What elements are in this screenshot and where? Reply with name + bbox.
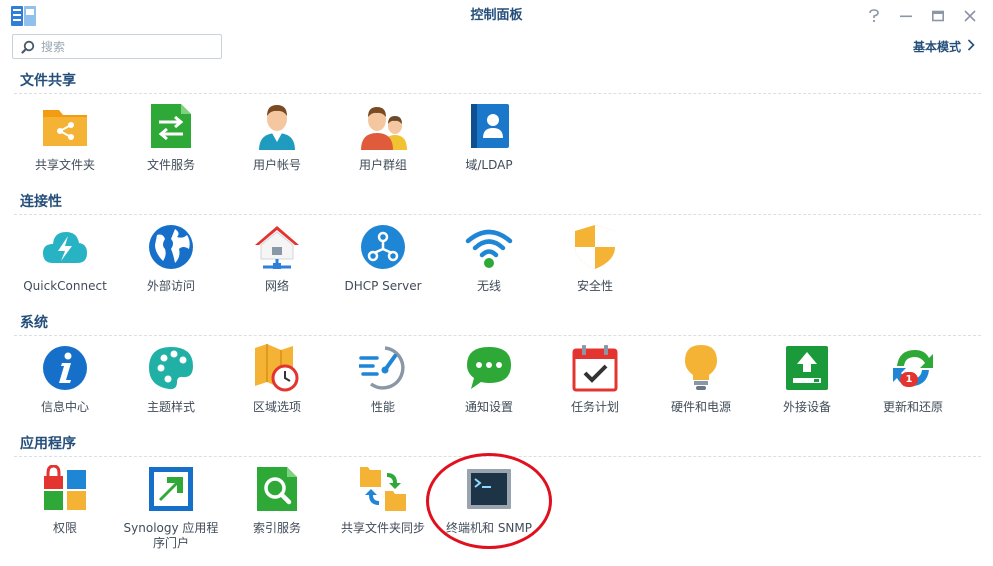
network-home-icon xyxy=(253,223,301,271)
item-label: 用户帐号 xyxy=(252,158,301,172)
item-label: 共享文件夹同步 xyxy=(340,521,425,535)
index-search-icon xyxy=(253,465,301,513)
search-input[interactable] xyxy=(39,36,213,57)
basic-mode-link[interactable]: 基本模式 xyxy=(913,38,975,55)
terminal-icon xyxy=(465,465,513,513)
item-external-devices[interactable]: 外接设备 xyxy=(754,344,860,426)
item-notification[interactable]: 通知设置 xyxy=(436,344,542,426)
item-label: DHCP Server xyxy=(344,279,422,293)
item-label: 共享文件夹 xyxy=(34,158,95,172)
title-bar: 控制面板 xyxy=(0,0,993,32)
search-icon xyxy=(17,36,39,58)
search-box[interactable] xyxy=(12,34,222,59)
item-label: 区域选项 xyxy=(252,400,301,414)
item-privileges[interactable]: 权限 xyxy=(12,465,118,547)
section-divider xyxy=(14,335,981,336)
region-map-icon xyxy=(253,344,301,392)
item-label: 终端机和 SNMP xyxy=(446,521,532,535)
item-label: 主题样式 xyxy=(146,400,195,414)
item-wireless[interactable]: 无线 xyxy=(436,223,542,305)
item-label: 硬件和电源 xyxy=(670,400,731,414)
item-hardware-power[interactable]: 硬件和电源 xyxy=(648,344,754,426)
quickconnect-icon xyxy=(41,223,89,271)
item-label: 文件服务 xyxy=(146,158,195,172)
item-info-center[interactable]: 信息中心 xyxy=(12,344,118,426)
item-label: 安全性 xyxy=(576,279,613,293)
section-divider xyxy=(14,93,981,94)
item-quickconnect[interactable]: QuickConnect xyxy=(12,223,118,305)
item-performance[interactable]: 性能 xyxy=(330,344,436,426)
basic-mode-label: 基本模式 xyxy=(912,40,961,54)
section-divider xyxy=(14,214,981,215)
chat-bubble-icon xyxy=(465,344,513,392)
chevron-right-icon xyxy=(967,39,975,54)
section-title: 文件共享 xyxy=(20,73,76,89)
item-network[interactable]: 网络 xyxy=(224,223,330,305)
item-shared-folder-sync[interactable]: 共享文件夹同步 xyxy=(330,465,436,547)
folder-sync-icon xyxy=(359,465,407,513)
minimize-icon[interactable] xyxy=(895,6,917,26)
item-label: 无线 xyxy=(476,279,501,293)
item-user-account[interactable]: 用户帐号 xyxy=(224,102,330,184)
item-task-scheduler[interactable]: 任务计划 xyxy=(542,344,648,426)
shared-folder-icon xyxy=(41,102,89,150)
globe-icon xyxy=(147,223,195,271)
item-label: 性能 xyxy=(370,400,395,414)
shield-icon xyxy=(571,223,619,271)
item-label: 通知设置 xyxy=(464,400,513,414)
external-device-icon xyxy=(783,344,831,392)
maximize-icon[interactable] xyxy=(927,6,949,26)
section-title: 系统 xyxy=(20,315,48,331)
calendar-check-icon xyxy=(571,344,619,392)
item-label: Synology 应用程序门户 xyxy=(123,521,219,550)
app-portal-icon xyxy=(147,465,195,513)
update-restore-icon: 1 xyxy=(889,344,937,392)
item-shared-folder[interactable]: 共享文件夹 xyxy=(12,102,118,184)
item-file-services[interactable]: 文件服务 xyxy=(118,102,224,184)
item-terminal-snmp[interactable]: 终端机和 SNMP xyxy=(436,465,542,547)
file-services-icon xyxy=(147,102,195,150)
ldap-icon xyxy=(465,102,513,150)
update-badge: 1 xyxy=(900,372,918,387)
item-label: 索引服务 xyxy=(252,521,301,535)
window-title: 控制面板 xyxy=(470,8,523,23)
item-label: 域/LDAP xyxy=(465,158,513,172)
item-label: QuickConnect xyxy=(23,279,107,293)
dhcp-icon xyxy=(359,223,407,271)
item-app-portal[interactable]: Synology 应用程序门户 xyxy=(118,465,224,550)
item-user-group[interactable]: 用户群组 xyxy=(330,102,436,184)
item-label: 用户群组 xyxy=(358,158,407,172)
privileges-icon xyxy=(41,465,89,513)
item-label: 更新和还原 xyxy=(882,400,943,414)
item-label: 外接设备 xyxy=(782,400,831,414)
item-label: 网络 xyxy=(264,279,289,293)
group-icon xyxy=(359,102,407,150)
user-icon xyxy=(253,102,301,150)
info-icon xyxy=(41,344,89,392)
item-indexing-service[interactable]: 索引服务 xyxy=(224,465,330,547)
item-regional-options[interactable]: 区域选项 xyxy=(224,344,330,426)
wifi-icon xyxy=(465,223,513,271)
item-update-restore[interactable]: 1 更新和还原 xyxy=(860,344,966,426)
speedometer-icon xyxy=(359,344,407,392)
help-icon[interactable] xyxy=(863,6,885,26)
section-title: 应用程序 xyxy=(20,436,76,452)
section-divider xyxy=(14,456,981,457)
item-dhcp-server[interactable]: DHCP Server xyxy=(330,223,436,305)
item-theme[interactable]: 主题样式 xyxy=(118,344,224,426)
item-label: 权限 xyxy=(52,521,77,535)
item-security[interactable]: 安全性 xyxy=(542,223,648,305)
item-external-access[interactable]: 外部访问 xyxy=(118,223,224,305)
window-controls xyxy=(863,6,981,26)
section-title: 连接性 xyxy=(20,194,62,210)
item-label: 任务计划 xyxy=(570,400,619,414)
close-icon[interactable] xyxy=(959,6,981,26)
item-label: 外部访问 xyxy=(146,279,195,293)
item-label: 信息中心 xyxy=(40,400,89,414)
palette-icon xyxy=(147,344,195,392)
lightbulb-icon xyxy=(677,344,725,392)
item-domain-ldap[interactable]: 域/LDAP xyxy=(436,102,542,184)
